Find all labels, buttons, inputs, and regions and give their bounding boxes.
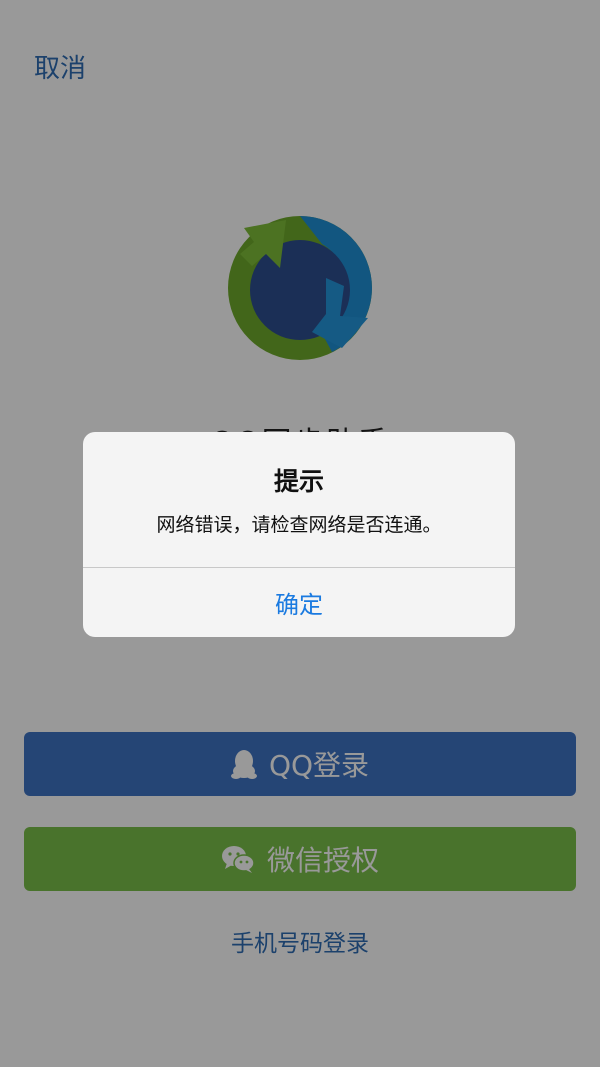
dialog-title: 提示 xyxy=(273,467,324,496)
alert-dialog: 提示 网络错误，请检查网络是否连通。 确定 xyxy=(83,432,515,637)
dialog-confirm-button[interactable]: 确定 xyxy=(83,568,515,637)
dialog-message: 网络错误，请检查网络是否连通。 xyxy=(156,514,442,536)
